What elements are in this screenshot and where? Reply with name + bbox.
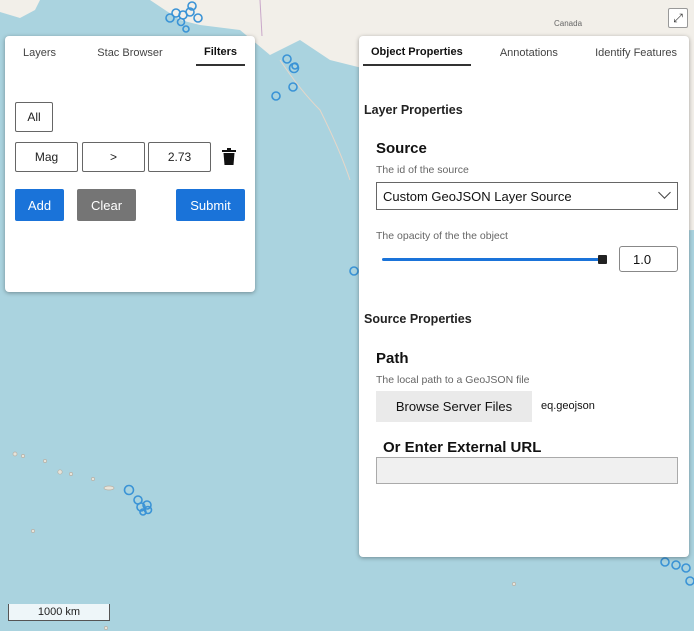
tab-object-properties[interactable]: Object Properties <box>363 40 471 66</box>
left-tab-bar: Layers Stac Browser Filters <box>5 36 255 70</box>
source-properties-title: Source Properties <box>364 312 472 326</box>
source-select[interactable]: Custom GeoJSON Layer Source <box>376 182 678 210</box>
path-heading: Path <box>376 350 409 367</box>
opacity-slider-handle[interactable] <box>598 255 607 264</box>
scale-bar: 1000 km <box>8 604 110 621</box>
source-description: The id of the source <box>376 164 469 176</box>
add-button[interactable]: Add <box>15 189 64 221</box>
object-properties-panel: Object Properties Annotations Identify F… <box>359 36 689 557</box>
tab-stac-browser[interactable]: Stac Browser <box>89 41 170 65</box>
operator-select[interactable]: > <box>82 142 145 172</box>
tab-layers[interactable]: Layers <box>15 41 64 65</box>
source-heading: Source <box>376 140 427 157</box>
source-select-value: Custom GeoJSON Layer Source <box>383 188 572 204</box>
external-url-heading: Or Enter External URL <box>383 439 542 456</box>
opacity-description: The opacity of the the object <box>376 230 508 242</box>
opacity-slider[interactable] <box>382 258 602 261</box>
path-description: The local path to a GeoJSON file <box>376 374 530 386</box>
browse-server-files-button[interactable]: Browse Server Files <box>376 391 532 422</box>
selected-file-name: eq.geojson <box>541 400 595 412</box>
tab-annotations[interactable]: Annotations <box>492 41 566 65</box>
trash-icon[interactable] <box>221 148 237 166</box>
tab-filters[interactable]: Filters <box>195 40 245 66</box>
filters-panel: Layers Stac Browser Filters All Mag > 2.… <box>5 36 255 292</box>
clear-button[interactable]: Clear <box>77 189 136 221</box>
map-label-canada: Canada <box>554 19 583 28</box>
all-button[interactable]: All <box>15 102 53 132</box>
submit-button[interactable]: Submit <box>176 189 245 221</box>
chevron-down-icon <box>658 186 671 199</box>
expand-icon[interactable]: ⤢ <box>668 8 688 28</box>
land-siberia <box>0 0 40 18</box>
value-input[interactable]: 2.73 <box>148 142 211 172</box>
opacity-input[interactable]: 1.0 <box>619 246 678 272</box>
tab-identify-features[interactable]: Identify Features <box>587 41 685 65</box>
right-tab-bar: Object Properties Annotations Identify F… <box>359 36 689 70</box>
layer-properties-title: Layer Properties <box>364 103 463 117</box>
external-url-input[interactable] <box>376 457 678 484</box>
feature-select[interactable]: Mag <box>15 142 78 172</box>
